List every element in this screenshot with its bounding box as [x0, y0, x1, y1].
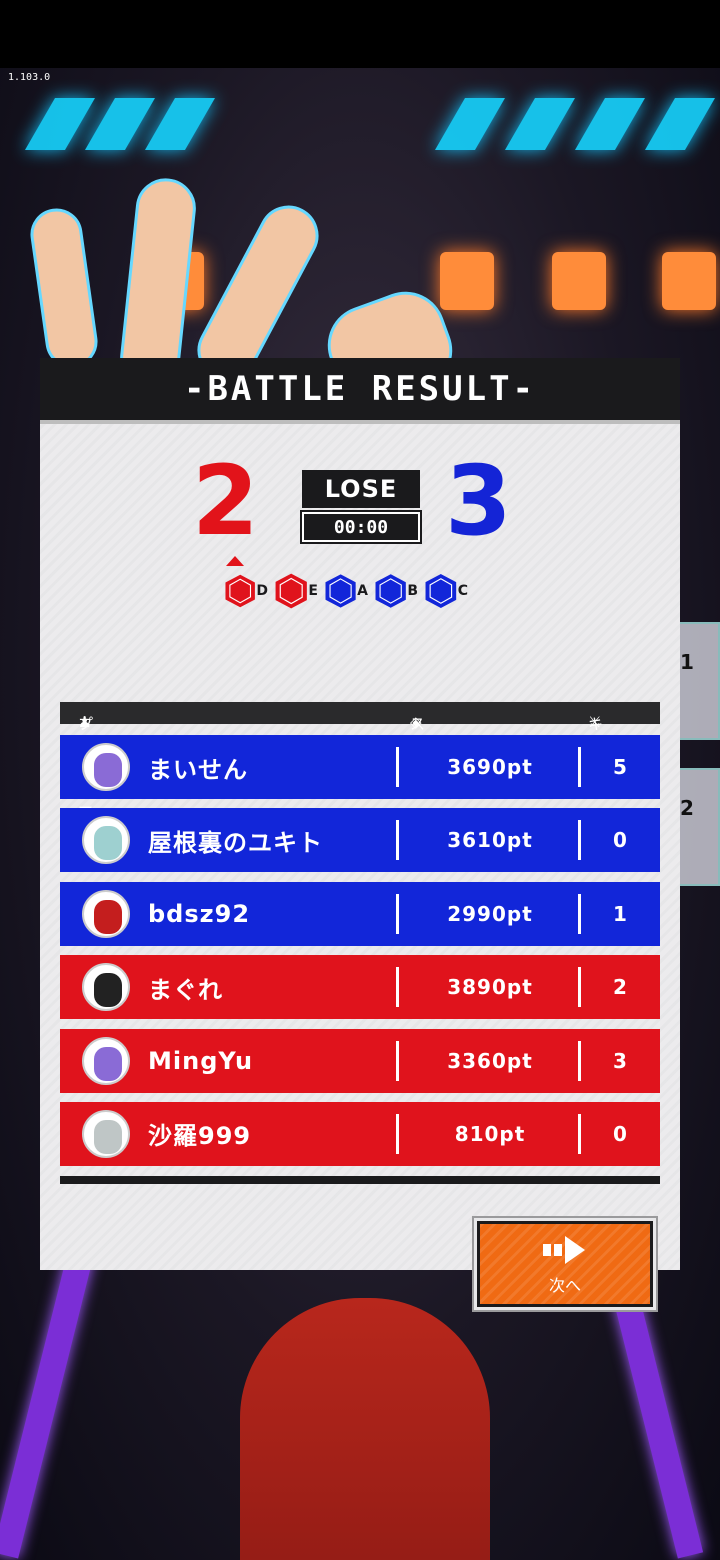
- version-label: 1.103.0: [8, 72, 51, 83]
- neon-decoration: [574, 98, 646, 150]
- player-row[interactable]: MingYu 3360pt 3: [60, 1028, 660, 1093]
- avatar: [82, 963, 130, 1012]
- zone-b-indicator: B: [374, 568, 418, 614]
- player-name: 沙羅999: [148, 1122, 252, 1151]
- light-decoration: [552, 252, 606, 310]
- neon-decoration: [84, 98, 156, 150]
- divider: [396, 893, 399, 934]
- player-score: 3360pt: [447, 1048, 533, 1073]
- player-score: 810pt: [454, 1121, 526, 1146]
- our-team-marker: [226, 556, 244, 566]
- next-button-label: 次へ: [548, 1276, 581, 1295]
- player-kills: 0: [613, 828, 627, 853]
- panel-title: -BATTLE RESULT-: [183, 369, 537, 409]
- our-team-score: 2: [192, 445, 259, 557]
- divider: [396, 1113, 399, 1154]
- neon-decoration: [504, 98, 576, 150]
- player-kills: 0: [613, 1121, 627, 1146]
- neon-decoration: [434, 98, 506, 150]
- zone-label: C: [457, 583, 468, 599]
- avatar: [82, 889, 130, 938]
- divider: [396, 1040, 399, 1081]
- player-row[interactable]: まぐれ 3890pt 2: [60, 955, 660, 1020]
- next-button[interactable]: 次へ: [472, 1216, 658, 1312]
- hexagon-icon: [425, 574, 457, 608]
- side-tab-label: 2: [680, 796, 694, 820]
- player-name: 屋根裏のユキト: [148, 828, 323, 857]
- battle-result-panel: -BATTLE RESULT- 2 LOSE 00:00 3 D E A B C ♟ プ…: [40, 358, 680, 1312]
- match-time: 00:00: [300, 510, 422, 544]
- zone-label: B: [407, 583, 418, 599]
- light-decoration: [440, 252, 494, 310]
- zone-e-indicator: E: [274, 568, 318, 614]
- hexagon-icon: [325, 574, 356, 608]
- player-row[interactable]: 屋根裏のユキト 3610pt 0: [60, 808, 660, 873]
- scoreboard-header: ♟ プレイヤー名 ◈ スコア ⚔ キル: [60, 702, 660, 838]
- divider: [578, 1040, 581, 1081]
- player-name: bdsz92: [148, 899, 251, 928]
- player-row[interactable]: bdsz92 2990pt 1: [60, 881, 660, 946]
- side-tab-label: 1: [680, 650, 694, 674]
- player-kills: 5: [613, 755, 627, 779]
- divider: [578, 1113, 581, 1154]
- player-name: MingYu: [148, 1046, 254, 1075]
- player-score: 2990pt: [447, 901, 533, 926]
- enemy-team-score: 3: [445, 445, 512, 557]
- player-name: まぐれ: [148, 975, 223, 1004]
- panel-header: -BATTLE RESULT-: [40, 358, 680, 424]
- hexagon-icon: [375, 574, 406, 608]
- player-name: まいせん: [148, 755, 248, 784]
- zone-d-indicator: D: [224, 568, 268, 614]
- player-row[interactable]: まいせん 3690pt 5: [60, 735, 660, 799]
- hexagon-icon: [275, 573, 307, 609]
- hexagon-icon: [225, 574, 255, 608]
- next-button-face[interactable]: 次へ: [477, 1221, 653, 1307]
- zone-a-indicator: A: [324, 568, 368, 614]
- player-score: 3610pt: [447, 828, 533, 853]
- zone-indicators: DEABC: [224, 568, 468, 614]
- zone-c-indicator: C: [424, 568, 468, 614]
- avatar: [82, 743, 130, 791]
- character-hair: [240, 1298, 490, 1560]
- divider: [396, 747, 399, 787]
- divider: [578, 747, 581, 787]
- divider: [60, 1176, 660, 1184]
- player-kills: 1: [613, 901, 627, 926]
- light-decoration: [662, 252, 716, 310]
- zone-label: E: [308, 583, 318, 599]
- divider: [578, 893, 581, 934]
- divider: [578, 967, 581, 1008]
- neon-decoration: [144, 98, 216, 150]
- avatar: [82, 816, 130, 865]
- player-row[interactable]: 沙羅999 810pt 0: [60, 1101, 660, 1166]
- avatar: [82, 1036, 130, 1085]
- arrow-right-icon: [543, 1236, 585, 1264]
- neon-decoration: [0, 1251, 94, 1559]
- player-kills: 3: [613, 1048, 627, 1073]
- player-kills: 2: [613, 975, 627, 1000]
- player-score: 3890pt: [447, 975, 533, 1000]
- avatar: [82, 1109, 130, 1158]
- player-score: 3690pt: [447, 755, 533, 779]
- scoreboard: まいせん 3690pt 5 屋根裏のユキト 3610pt 0 bdsz92 2990pt 1 まぐ…: [60, 735, 660, 1175]
- result-label: LOSE: [302, 470, 420, 508]
- character-finger: [27, 205, 101, 371]
- divider: [396, 820, 399, 861]
- neon-decoration: [644, 98, 716, 150]
- zone-label: D: [256, 583, 268, 599]
- zone-label: A: [357, 583, 368, 599]
- divider: [396, 967, 399, 1008]
- neon-decoration: [24, 98, 96, 150]
- divider: [578, 820, 581, 861]
